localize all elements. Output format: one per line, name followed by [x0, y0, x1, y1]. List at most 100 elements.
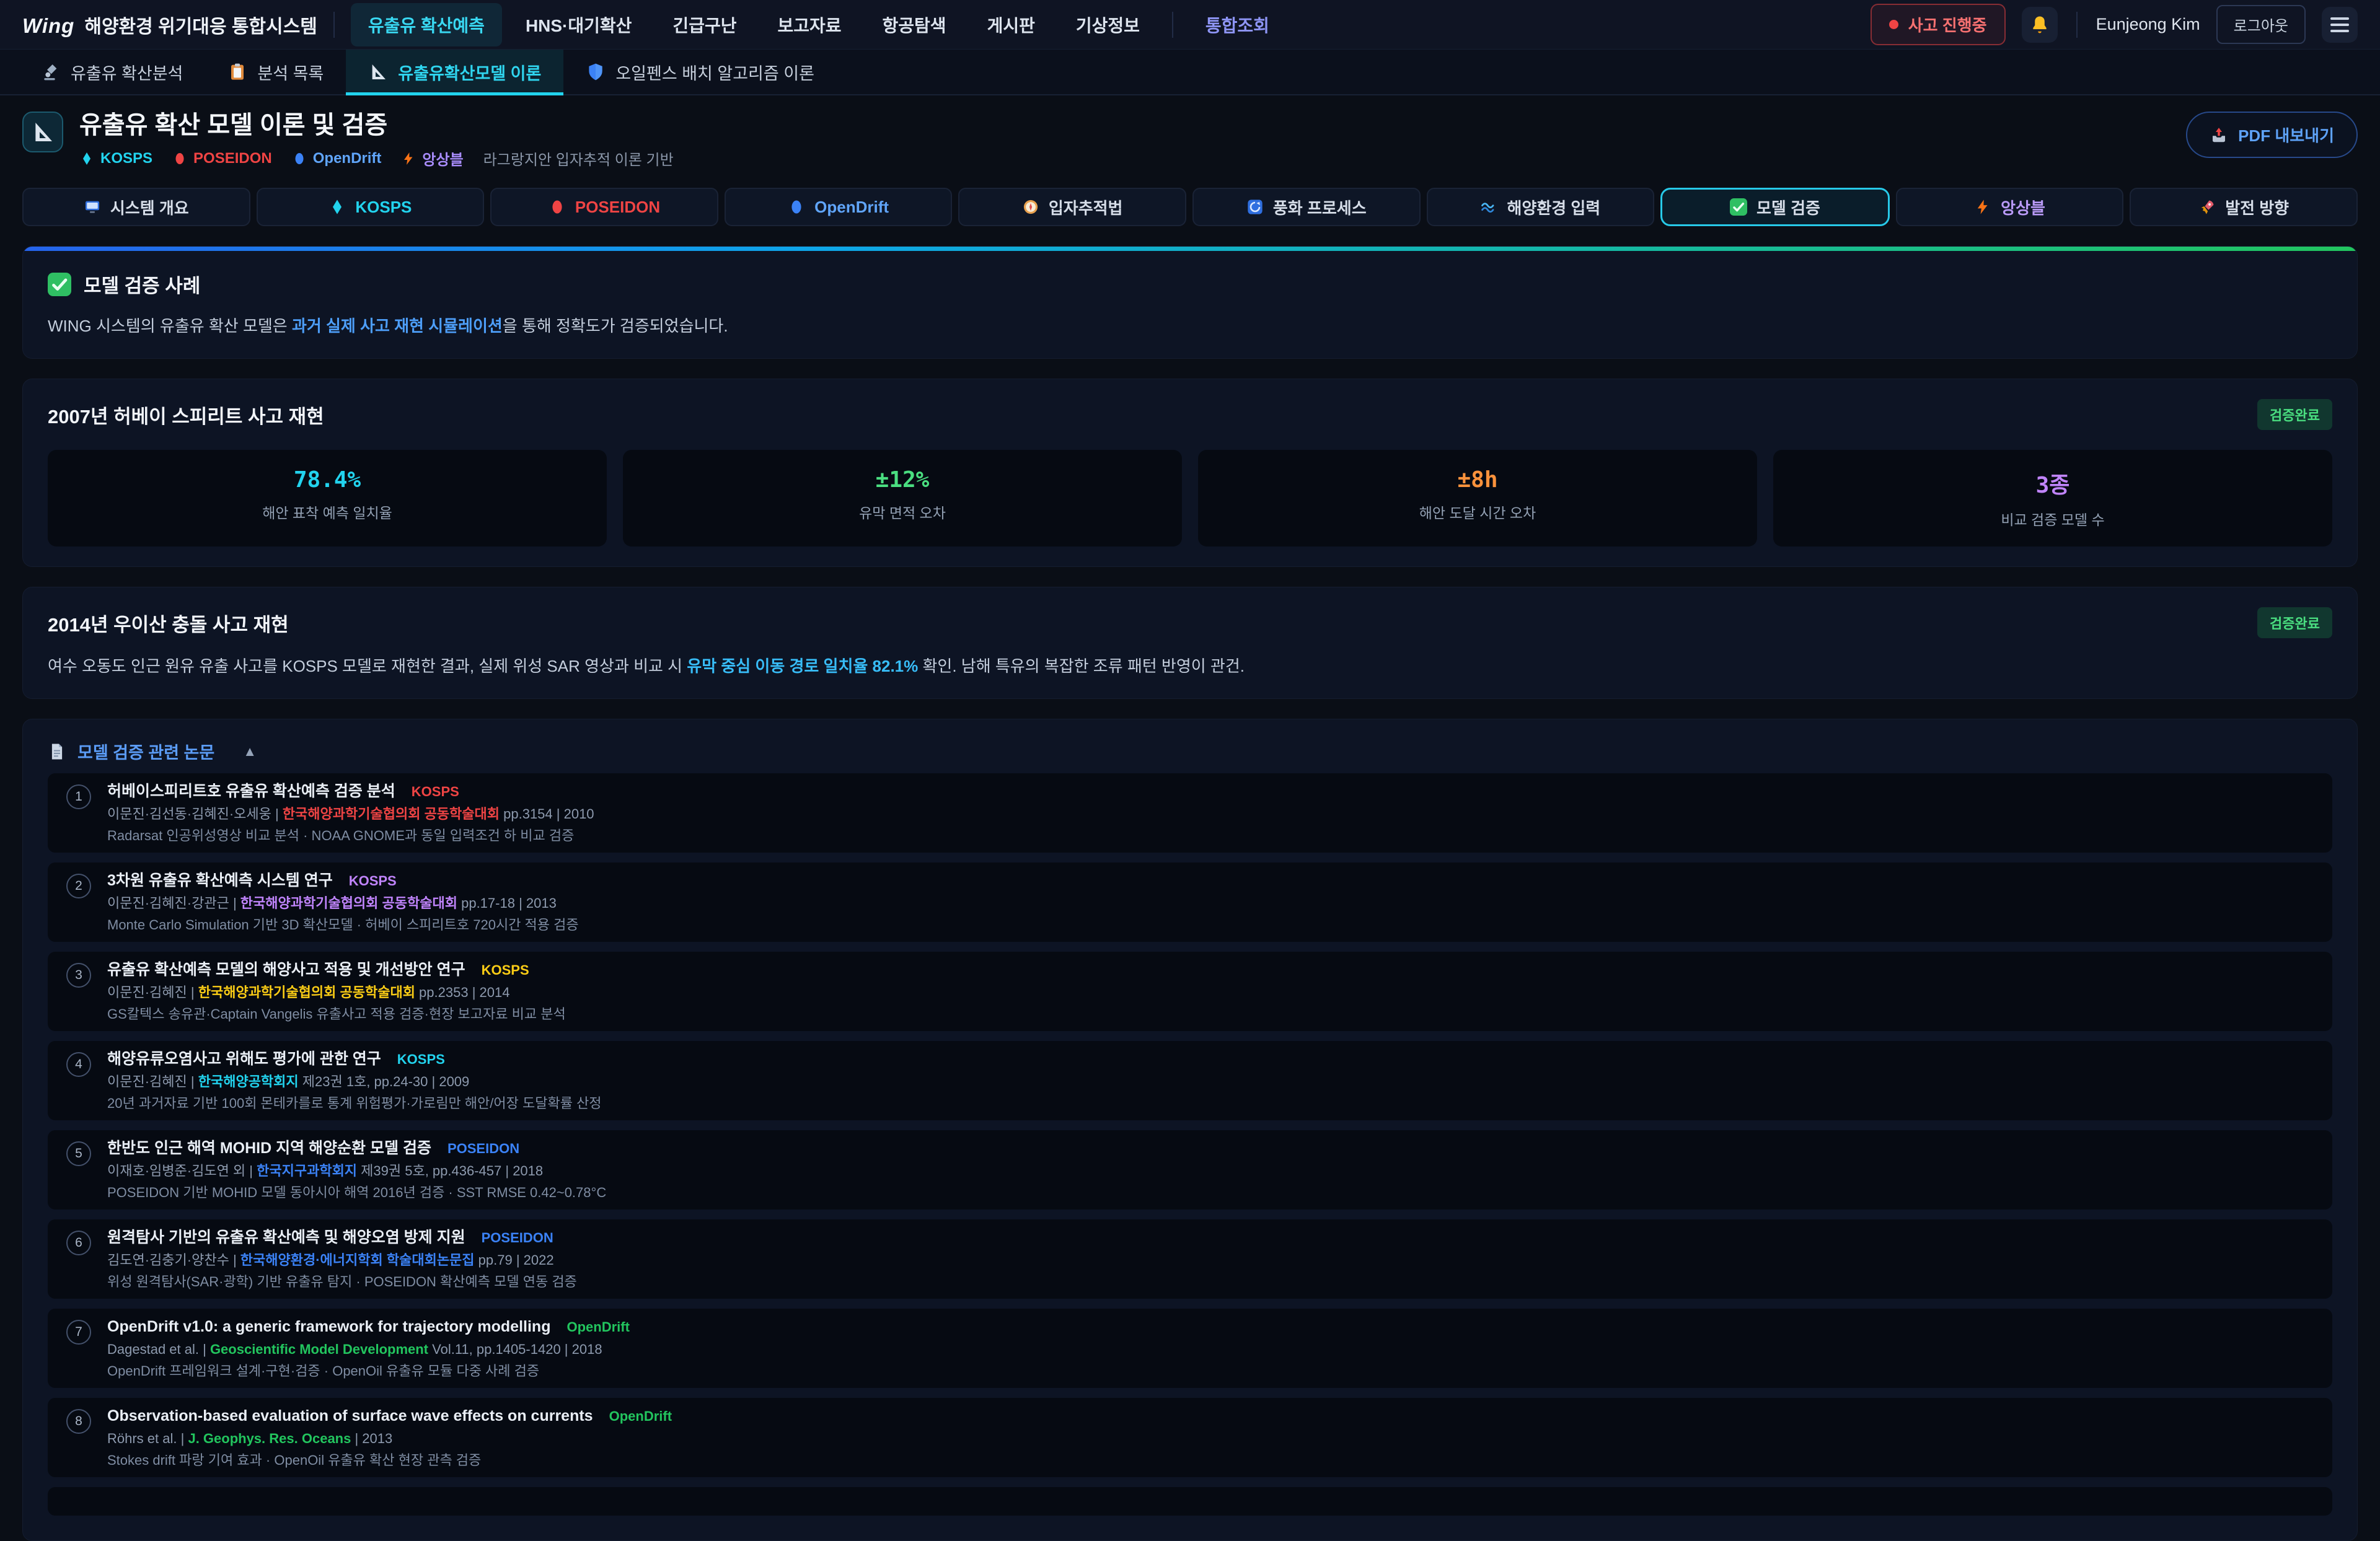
- paper-number: 7: [66, 1320, 91, 1345]
- sub-tab[interactable]: 유출유 확산분석: [19, 50, 205, 94]
- page-header: 유출유 확산 모델 이론 및 검증 KOSPSPOSEIDONOpenDrift…: [22, 112, 2358, 169]
- pdf-export-button[interactable]: PDF 내보내기: [2186, 112, 2358, 158]
- section-tab[interactable]: 모델 검증: [1660, 188, 1890, 226]
- paper-number: 2: [66, 874, 91, 898]
- paper-body: 원격탐사 기반의 유출유 확산예측 및 해양오염 방제 지원POSEIDON김도…: [107, 1228, 577, 1290]
- paper-authors: 이재호·임병준·김도연 외: [107, 1163, 245, 1179]
- validation-intro-head: 모델 검증 사례: [48, 270, 2332, 298]
- pdf-export-label: PDF 내보내기: [2238, 123, 2334, 146]
- paper-card[interactable]: 8Observation-based evaluation of surface…: [48, 1398, 2332, 1477]
- paper-citation: 이문진·김혜진·강관근 | 한국해양과학기술협의회 공동학술대회 pp.17-1…: [107, 895, 579, 911]
- microscope-icon: [41, 62, 61, 82]
- nav-item[interactable]: 게시판: [970, 3, 1052, 46]
- model-badge-row: KOSPSPOSEIDONOpenDrift앙상블라그랑지안 입자추적 이론 기…: [79, 147, 674, 169]
- paper-year: | 2013: [351, 1431, 392, 1446]
- paper-journal: Geoscientific Model Development: [210, 1341, 428, 1357]
- paper-authors: Röhrs et al.: [107, 1431, 177, 1446]
- user-name: Eunjeong Kim: [2096, 15, 2200, 34]
- menu-button[interactable]: [2322, 7, 2358, 43]
- header-right: 사고 진행중 Eunjeong Kim 로그아웃: [1871, 4, 2358, 45]
- section-tab[interactable]: 풍화 프로세스: [1192, 188, 1421, 226]
- set-square-icon: [30, 120, 55, 144]
- section-tab[interactable]: 입자추적법: [958, 188, 1186, 226]
- section-tab[interactable]: 앙상블: [1896, 188, 2124, 226]
- paper-citation: 이문진·김혜진 | 한국해양과학기술협의회 공동학술대회 pp.2353 | 2…: [107, 985, 566, 1001]
- incident-status-badge[interactable]: 사고 진행중: [1871, 4, 2006, 45]
- section-tab[interactable]: KOSPS: [257, 188, 485, 226]
- section-tab-label: 모델 검증: [1756, 196, 1820, 219]
- section-tab[interactable]: 해양환경 입력: [1427, 188, 1655, 226]
- paper-title: 유출유 확산예측 모델의 해양사고 적용 및 개선방안 연구: [107, 961, 465, 978]
- validation-intro-title: 모델 검증 사례: [84, 270, 200, 298]
- nav-item[interactable]: 항공탐색: [865, 3, 964, 46]
- paper-authors: 이문진·김혜진: [107, 1074, 187, 1089]
- nav-item[interactable]: HNS·대기확산: [508, 3, 649, 46]
- model-badge: OpenDrift: [292, 150, 382, 167]
- hebei-panel: 2007년 허베이 스피리트 사고 재현 검증완료 78.4%해안 표착 예측 …: [22, 379, 2358, 567]
- paper-card[interactable]: 23차원 유출유 확산예측 시스템 연구KOSPS이문진·김혜진·강관근 | 한…: [48, 863, 2332, 942]
- paper-card[interactable]: 7 OpenDrift v1.0: a generic framework for…: [48, 1309, 2332, 1388]
- sub-tab[interactable]: 유출유확산모델 이론: [346, 50, 563, 94]
- paper-title-line: OpenDrift v1.0: a generic framework for …: [107, 1317, 630, 1337]
- document-icon: [48, 742, 66, 761]
- paper-number: 3: [66, 963, 91, 988]
- model-badge-label: KOSPS: [100, 150, 152, 167]
- paper-title: 한반도 인근 해역 MOHID 지역 해양순환 모델 검증: [107, 1139, 431, 1157]
- sub-tab[interactable]: 분석 목록: [205, 50, 346, 94]
- model-badge-label: POSEIDON: [193, 150, 272, 167]
- paper-card[interactable]: 1허베이스피리트호 유출유 확산예측 검증 분석KOSPS이문진·김선동·김혜진…: [48, 773, 2332, 853]
- section-tab-label: 앙상블: [2001, 196, 2045, 219]
- sub-tab-bar: 유출유 확산분석분석 목록유출유확산모델 이론 오일펜스 배치 알고리즘 이론: [0, 50, 2380, 95]
- section-tab[interactable]: POSEIDON: [490, 188, 718, 226]
- rocket-icon: [2198, 198, 2216, 216]
- paper-authors: Dagestad et al.: [107, 1341, 199, 1357]
- paper-body: OpenDrift v1.0: a generic framework for …: [107, 1317, 630, 1379]
- paper-summary: 위성 원격탐사(SAR·광학) 기반 유출유 탐지 · POSEIDON 확산예…: [107, 1274, 577, 1290]
- paper-card[interactable]: 6원격탐사 기반의 유출유 확산예측 및 해양오염 방제 지원POSEIDON김…: [48, 1219, 2332, 1299]
- section-tab[interactable]: 발전 방향: [2130, 188, 2358, 226]
- paper-title-line: 유출유 확산예측 모델의 해양사고 적용 및 개선방안 연구KOSPS: [107, 960, 566, 980]
- incident-status-label: 사고 진행중: [1908, 13, 1987, 36]
- paper-year: | 2018: [501, 1163, 543, 1179]
- export-icon: [2210, 126, 2228, 144]
- paper-model-tag: KOSPS: [349, 873, 397, 889]
- logout-button[interactable]: 로그아웃: [2216, 5, 2306, 44]
- validation-intro-text: WING 시스템의 유출유 확산 모델은 과거 실제 사고 재현 시뮬레이션을 …: [48, 314, 2332, 338]
- paper-summary: POSEIDON 기반 MOHID 모델 동아시아 해역 2016년 검증 · …: [107, 1185, 606, 1201]
- metric-value: ±8h: [1204, 467, 1751, 493]
- paper-journal: 한국해양공학회지: [198, 1074, 299, 1089]
- model-badge-label: 앙상블: [422, 147, 463, 169]
- paper-year: | 2009: [428, 1074, 469, 1089]
- paper-model-tag: KOSPS: [397, 1051, 445, 1067]
- diamond-icon: [79, 151, 94, 166]
- sub-tab[interactable]: 오일펜스 배치 알고리즘 이론: [563, 50, 837, 94]
- paper-summary: Stokes drift 파랑 기여 효과 · OpenOil 유출유 확산 현…: [107, 1452, 672, 1469]
- text-highlight-link[interactable]: 과거 실제 사고 재현 시뮬레이션: [292, 317, 503, 335]
- paper-summary: Radarsat 인공위성영상 비교 분석 · NOAA GNOME과 동일 입…: [107, 828, 594, 844]
- papers-collapse-header[interactable]: 모델 검증 관련 논문 ▲: [48, 739, 2332, 763]
- paper-card[interactable]: 5한반도 인근 해역 MOHID 지역 해양순환 모델 검증POSEIDON이재…: [48, 1130, 2332, 1210]
- paper-authors: 김도연·김충기·양찬수: [107, 1252, 229, 1268]
- paper-pages: Vol.11, pp.1405-1420: [428, 1341, 561, 1357]
- dotred-icon: [549, 198, 566, 216]
- nav-item[interactable]: 유출유 확산예측: [351, 3, 502, 46]
- sub-tab-label: 오일펜스 배치 알고리즘 이론: [615, 60, 814, 84]
- paper-citation: 이재호·임병준·김도연 외 | 한국지구과학회지 제39권 5호, pp.436…: [107, 1163, 606, 1179]
- collapse-arrow-icon[interactable]: ▲: [243, 744, 257, 760]
- nav-item[interactable]: 통합조회: [1188, 3, 1287, 46]
- section-tab[interactable]: OpenDrift: [725, 188, 953, 226]
- main-nav: 유출유 확산예측HNS·대기확산긴급구난보고자료항공탐색게시판기상정보 통합조회: [351, 3, 1287, 46]
- paper-model-tag: POSEIDON: [482, 1230, 553, 1245]
- nav-item[interactable]: 긴급구난: [655, 3, 754, 46]
- paper-card[interactable]: 4해양유류오염사고 위해도 평가에 관한 연구KOSPS이문진·김혜진 | 한국…: [48, 1041, 2332, 1120]
- paper-card[interactable]: 3 유출유 확산예측 모델의 해양사고 적용 및 개선방안 연구KOSPS 이문진·…: [48, 952, 2332, 1031]
- bolt-icon: [1974, 198, 1991, 216]
- hamburger-icon: [2330, 17, 2349, 32]
- section-tab[interactable]: 시스템 개요: [22, 188, 250, 226]
- clipboard-icon: [227, 62, 247, 82]
- nav-item[interactable]: 기상정보: [1059, 3, 1157, 46]
- section-tab-label: 발전 방향: [2225, 196, 2289, 219]
- nav-item[interactable]: 보고자료: [760, 3, 858, 46]
- header-divider: [2076, 12, 2078, 38]
- notifications-button[interactable]: [2022, 7, 2058, 43]
